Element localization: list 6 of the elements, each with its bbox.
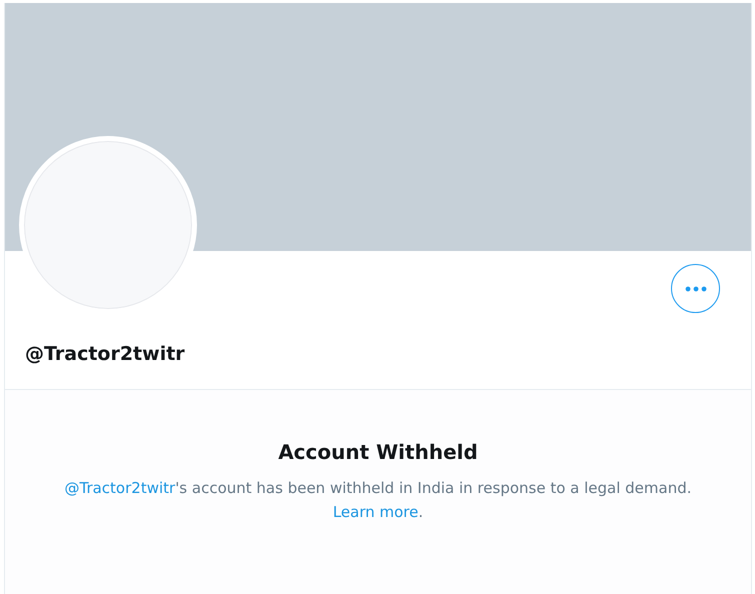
more-button[interactable] (671, 264, 720, 313)
learn-more-link[interactable]: Learn more (332, 503, 418, 521)
more-icon (684, 286, 706, 292)
notice-message: @Tractor2twitr's account has been withheld in India in response to a legal demand. Learn more. (63, 478, 693, 523)
notice-title: Account Withheld (277, 440, 479, 464)
mention-link[interactable]: @Tractor2twitr (64, 479, 176, 497)
